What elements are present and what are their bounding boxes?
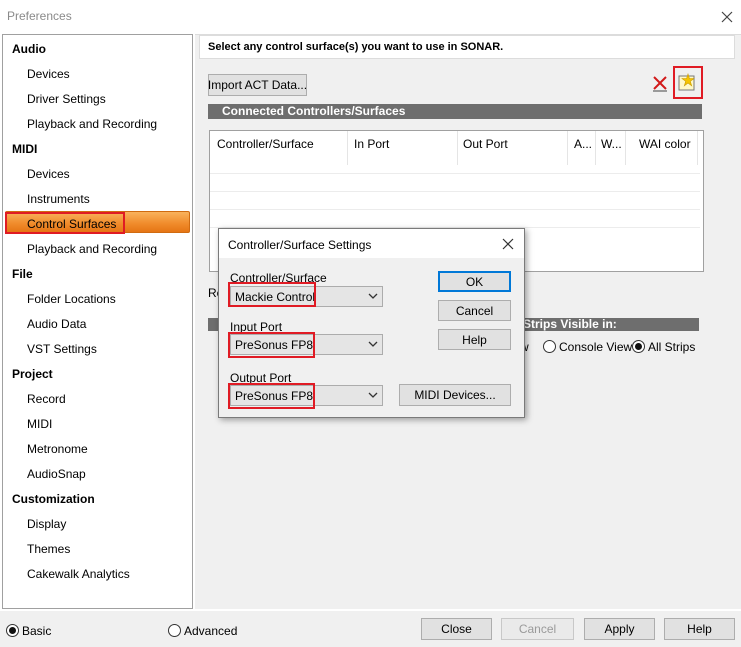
tree-item-metronome[interactable]: Metronome <box>27 442 88 456</box>
table-row <box>210 191 700 192</box>
console-view-radio[interactable] <box>543 340 556 353</box>
highlight-box-output-port <box>228 383 315 409</box>
category-file[interactable]: File <box>12 267 33 281</box>
highlight-box-input-port <box>228 332 315 358</box>
category-project[interactable]: Project <box>12 367 53 381</box>
category-midi[interactable]: MIDI <box>12 142 37 156</box>
close-button[interactable]: Close <box>421 618 492 640</box>
delete-controller-icon[interactable] <box>650 73 670 93</box>
apply-button[interactable]: Apply <box>584 618 655 640</box>
all-strips-label[interactable]: All Strips <box>648 340 695 354</box>
ok-button[interactable]: OK <box>438 271 511 292</box>
tree-item-project-midi[interactable]: MIDI <box>27 417 52 431</box>
controller-surface-settings-dialog: Controller/Surface Settings Controller/S… <box>218 228 525 418</box>
column-divider <box>625 131 626 165</box>
console-view-label[interactable]: Console View <box>559 340 632 354</box>
panel-header: Select any control surface(s) you want t… <box>199 35 735 59</box>
cancel-button[interactable]: Cancel <box>501 618 574 640</box>
column-divider <box>347 131 348 165</box>
highlight-box-add-controller <box>673 66 703 99</box>
column-header-controller[interactable]: Controller/Surface <box>217 137 314 151</box>
tree-item-instruments[interactable]: Instruments <box>27 192 90 206</box>
tree-item-cakewalk-analytics[interactable]: Cakewalk Analytics <box>27 567 130 581</box>
chevron-down-icon <box>368 293 378 299</box>
import-act-data-button[interactable]: Import ACT Data... <box>208 74 307 96</box>
dialog-title: Controller/Surface Settings <box>228 238 372 252</box>
highlight-box-control-surfaces <box>5 212 125 234</box>
tree-item-display[interactable]: Display <box>27 517 66 531</box>
category-audio[interactable]: Audio <box>12 42 46 56</box>
column-divider <box>697 131 698 165</box>
column-header-w[interactable]: W... <box>601 137 622 151</box>
connected-controllers-section: Connected Controllers/Surfaces <box>208 104 702 119</box>
preferences-tree: Audio Devices Driver Settings Playback a… <box>2 34 193 609</box>
tree-item-audio-playback-recording[interactable]: Playback and Recording <box>27 117 157 131</box>
column-header-out-port[interactable]: Out Port <box>463 137 508 151</box>
window-title: Preferences <box>7 9 72 23</box>
column-divider <box>567 131 568 165</box>
column-header-wai-color[interactable]: WAI color <box>639 137 691 151</box>
basic-radio[interactable] <box>6 624 19 637</box>
chevron-down-icon <box>368 341 378 347</box>
column-header-a[interactable]: A... <box>574 137 592 151</box>
tree-item-vst-settings[interactable]: VST Settings <box>27 342 97 356</box>
tree-item-midi-playback-recording[interactable]: Playback and Recording <box>27 242 157 256</box>
category-customization[interactable]: Customization <box>12 492 95 506</box>
tree-item-audio-devices[interactable]: Devices <box>27 67 70 81</box>
table-row <box>210 209 700 210</box>
column-header-in-port[interactable]: In Port <box>354 137 389 151</box>
tree-item-midi-devices[interactable]: Devices <box>27 167 70 181</box>
all-strips-radio[interactable] <box>632 340 645 353</box>
highlight-box-controller-surface <box>228 282 316 307</box>
tree-item-driver-settings[interactable]: Driver Settings <box>27 92 106 106</box>
dialog-help-button[interactable]: Help <box>438 329 511 350</box>
midi-devices-button[interactable]: MIDI Devices... <box>399 384 511 406</box>
tree-item-audiosnap[interactable]: AudioSnap <box>27 467 86 481</box>
strips-section-label: Strips Visible in: <box>523 317 617 331</box>
dialog-cancel-button[interactable]: Cancel <box>438 300 511 321</box>
close-icon[interactable] <box>717 7 737 27</box>
advanced-radio[interactable] <box>168 624 181 637</box>
advanced-label[interactable]: Advanced <box>184 624 237 638</box>
dialog-title-bar: Controller/Surface Settings <box>219 229 524 258</box>
column-divider <box>457 131 458 165</box>
footer-bar: Basic Advanced Close Cancel Apply Help <box>0 611 741 647</box>
chevron-down-icon <box>368 392 378 398</box>
help-button[interactable]: Help <box>664 618 735 640</box>
panel-header-text: Select any control surface(s) you want t… <box>208 41 504 53</box>
dialog-close-icon[interactable] <box>501 237 515 251</box>
tree-item-folder-locations[interactable]: Folder Locations <box>27 292 116 306</box>
tree-item-record[interactable]: Record <box>27 392 66 406</box>
column-divider <box>595 131 596 165</box>
basic-label[interactable]: Basic <box>22 624 51 638</box>
tree-item-audio-data[interactable]: Audio Data <box>27 317 86 331</box>
table-row <box>210 173 700 174</box>
tree-item-themes[interactable]: Themes <box>27 542 70 556</box>
title-bar: Preferences <box>0 0 741 32</box>
